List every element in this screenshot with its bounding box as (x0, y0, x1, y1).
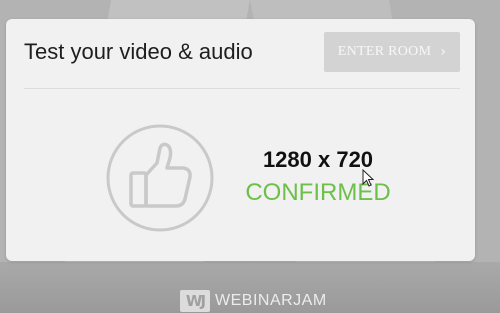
mouse-cursor-icon (362, 169, 374, 187)
confirmed-status: CONFIRMED (245, 179, 391, 206)
video-audio-test-dialog: Test your video & audio ENTER ROOM › 128… (6, 19, 475, 261)
brand-name: WEBINARJAM (215, 292, 327, 309)
header-divider (24, 88, 460, 89)
resolution-text: 1280 x 720 (262, 147, 374, 172)
webinarjam-logo: WJ WEBINARJAM (180, 290, 327, 312)
thumbs-up-icon (106, 124, 214, 232)
logo-mark: WJ (180, 290, 210, 312)
enter-room-button[interactable]: ENTER ROOM › (324, 32, 460, 72)
chevron-right-icon: › (440, 44, 447, 60)
dialog-title: Test your video & audio (24, 39, 253, 64)
enter-room-label: ENTER ROOM (337, 44, 432, 59)
